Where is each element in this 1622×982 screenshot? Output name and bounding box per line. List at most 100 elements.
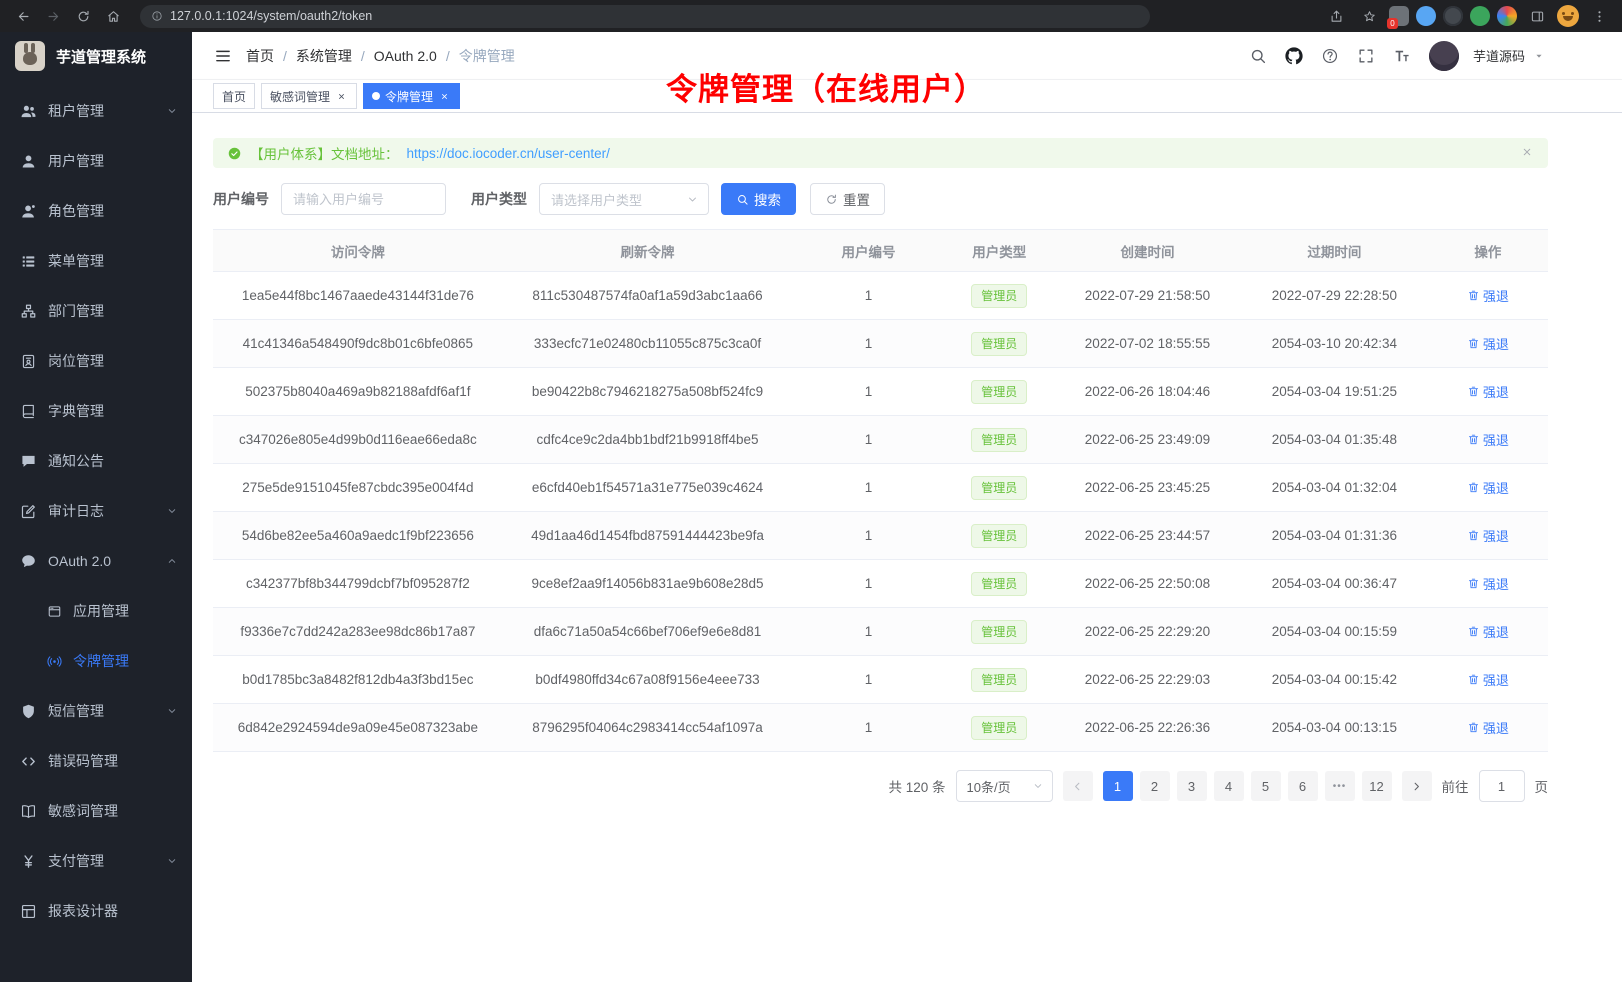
font-size-button[interactable] xyxy=(1387,41,1417,71)
sidebar-item-dict[interactable]: 字典管理 xyxy=(0,386,192,436)
breadcrumb-label: 首页 xyxy=(246,46,274,66)
browser-menu-button[interactable] xyxy=(1586,4,1612,28)
next-page-button[interactable] xyxy=(1402,771,1432,801)
sidebar-collapse-button[interactable] xyxy=(206,39,240,73)
force-logout-label: 强退 xyxy=(1483,478,1509,497)
refresh-token-cell: e6cfd40eb1f54571a31e775e039c4624 xyxy=(503,464,793,512)
close-icon xyxy=(440,92,449,101)
sidebar-item-label: 角色管理 xyxy=(48,201,178,221)
tab-close-icon[interactable] xyxy=(335,90,348,103)
extension-icon[interactable] xyxy=(1416,6,1436,26)
breadcrumb: 首页 / 系统管理 / OAuth 2.0 / 令牌管理 xyxy=(246,46,515,66)
user-caret-icon[interactable] xyxy=(1533,50,1545,62)
fullscreen-button[interactable] xyxy=(1351,41,1381,71)
sidebar-item-tenant[interactable]: 租户管理 xyxy=(0,86,192,136)
browser-bookmark-button[interactable] xyxy=(1356,4,1382,28)
browser-address-bar[interactable]: 127.0.0.1:1024/system/oauth2/token xyxy=(140,5,1150,28)
page-more-button[interactable]: ••• xyxy=(1325,771,1355,801)
page-button-5[interactable]: 5 xyxy=(1251,771,1281,801)
goto-page-input[interactable] xyxy=(1479,770,1525,802)
sidebar-item-pay[interactable]: 支付管理 xyxy=(0,836,192,886)
app-logo[interactable]: 芋道管理系统 xyxy=(0,32,192,80)
sidebar-item-oauth[interactable]: OAuth 2.0 xyxy=(0,536,192,586)
user-type-select[interactable]: 请选择用户类型 xyxy=(539,183,709,215)
page-button-6[interactable]: 6 xyxy=(1288,771,1318,801)
tab-label: 首页 xyxy=(222,88,246,105)
browser-home-button[interactable] xyxy=(100,4,126,28)
doc-link[interactable]: https://doc.iocoder.cn/user-center/ xyxy=(407,146,610,161)
sidebar-item-report[interactable]: 报表设计器 xyxy=(0,886,192,936)
sidebar-item-label: 应用管理 xyxy=(73,601,178,621)
browser-back-button[interactable] xyxy=(10,4,36,28)
browser-panel-button[interactable] xyxy=(1524,4,1550,28)
github-link[interactable] xyxy=(1279,41,1309,71)
sidebar-item-sensitive[interactable]: 敏感词管理 xyxy=(0,786,192,836)
browser-forward-button[interactable] xyxy=(40,4,66,28)
user-id-input[interactable] xyxy=(293,192,434,207)
access-token-cell: f9336e7c7dd242a283ee98dc86b17a87 xyxy=(213,608,503,656)
reset-button[interactable]: 重置 xyxy=(810,183,885,215)
user-icon xyxy=(20,153,37,170)
create-time-cell: 2022-06-26 18:04:46 xyxy=(1054,368,1241,416)
app-shell: 芋道管理系统 租户管理 用户管理 角色管理 菜单管理 部门管理 岗位管理 字典管… xyxy=(0,32,1622,982)
search-button[interactable]: 搜索 xyxy=(721,183,796,215)
user-avatar[interactable] xyxy=(1429,41,1459,71)
force-logout-button[interactable]: 强退 xyxy=(1467,526,1509,545)
force-logout-button[interactable]: 强退 xyxy=(1467,622,1509,641)
help-button[interactable] xyxy=(1315,41,1345,71)
force-logout-button[interactable]: 强退 xyxy=(1467,286,1509,305)
tab-close-icon[interactable] xyxy=(438,90,451,103)
sidebar-item-errcode[interactable]: 错误码管理 xyxy=(0,736,192,786)
force-logout-button[interactable]: 强退 xyxy=(1467,718,1509,737)
sidebar-item-notice[interactable]: 通知公告 xyxy=(0,436,192,486)
breadcrumb-item[interactable]: 首页 / xyxy=(246,46,287,66)
page-button-12[interactable]: 12 xyxy=(1362,771,1392,801)
user-type-badge: 管理员 xyxy=(971,332,1027,356)
sidebar-item-sms[interactable]: 短信管理 xyxy=(0,686,192,736)
force-logout-button[interactable]: 强退 xyxy=(1467,334,1509,353)
refresh-token-cell: 811c530487574fa0af1a59d3abc1aa66 xyxy=(503,272,793,320)
sidebar-item-post[interactable]: 岗位管理 xyxy=(0,336,192,386)
tab-2[interactable]: 令牌管理 xyxy=(363,83,460,109)
sidebar-item-user[interactable]: 用户管理 xyxy=(0,136,192,186)
extension-icon[interactable] xyxy=(1470,6,1490,26)
header-search-button[interactable] xyxy=(1243,41,1273,71)
tab-0[interactable]: 首页 xyxy=(213,83,255,109)
site-info-icon xyxy=(151,10,163,22)
browser-reload-button[interactable] xyxy=(70,4,96,28)
breadcrumb-item[interactable]: 系统管理 / xyxy=(296,46,365,66)
page-button-2[interactable]: 2 xyxy=(1140,771,1170,801)
force-logout-button[interactable]: 强退 xyxy=(1467,478,1509,497)
page-button-4[interactable]: 4 xyxy=(1214,771,1244,801)
sidebar-item-menu[interactable]: 菜单管理 xyxy=(0,236,192,286)
sidebar-item-label: 令牌管理 xyxy=(73,651,178,671)
force-logout-button[interactable]: 强退 xyxy=(1467,382,1509,401)
page-button-3[interactable]: 3 xyxy=(1177,771,1207,801)
star-icon xyxy=(1362,9,1377,24)
extension-icon[interactable] xyxy=(1443,6,1463,26)
sidebar-item-token[interactable]: 令牌管理 xyxy=(0,636,192,686)
table-row: 6d842e2924594de9a09e45e087323abe 8796295… xyxy=(213,704,1548,752)
browser-share-button[interactable] xyxy=(1323,4,1349,28)
breadcrumb-item[interactable]: OAuth 2.0 / xyxy=(374,48,450,64)
access-token-cell: b0d1785bc3a8482f812db4a3f3bd15ec xyxy=(213,656,503,704)
extension-icon[interactable]: 0 xyxy=(1389,6,1409,26)
extension-icon[interactable] xyxy=(1497,6,1517,26)
help-icon xyxy=(1321,47,1339,65)
table-row: 502375b8040a469a9b82188afdf6af1f be90422… xyxy=(213,368,1548,416)
sidebar-item-role[interactable]: 角色管理 xyxy=(0,186,192,236)
page-size-select[interactable]: 10条/页 xyxy=(956,770,1053,802)
sidebar-item-log[interactable]: 审计日志 xyxy=(0,486,192,536)
sidebar-item-app[interactable]: 应用管理 xyxy=(0,586,192,636)
tab-1[interactable]: 敏感词管理 xyxy=(261,83,357,109)
user-name[interactable]: 芋道源码 xyxy=(1473,46,1525,65)
page-button-1[interactable]: 1 xyxy=(1103,771,1133,801)
alert-close-icon[interactable] xyxy=(1521,146,1535,160)
sidebar-item-dept[interactable]: 部门管理 xyxy=(0,286,192,336)
create-time-cell: 2022-06-25 23:44:57 xyxy=(1054,512,1241,560)
browser-profile-avatar[interactable] xyxy=(1557,5,1579,27)
force-logout-button[interactable]: 强退 xyxy=(1467,574,1509,593)
force-logout-button[interactable]: 强退 xyxy=(1467,430,1509,449)
force-logout-button[interactable]: 强退 xyxy=(1467,670,1509,689)
prev-page-button[interactable] xyxy=(1063,771,1093,801)
